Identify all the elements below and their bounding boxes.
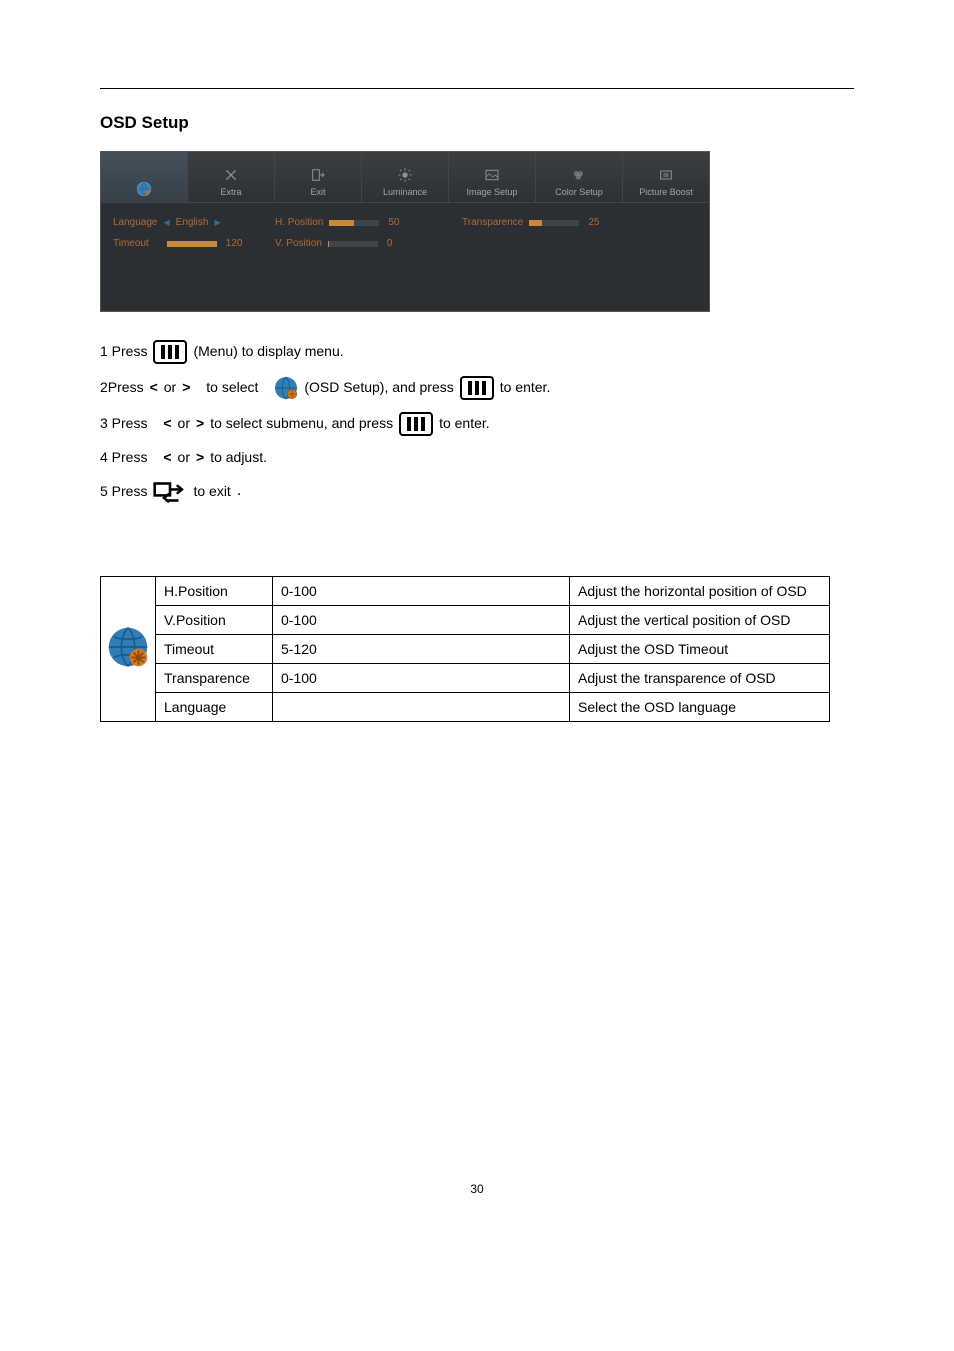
osd-tab-luminance: Luminance (362, 152, 449, 202)
picture-boost-icon (658, 167, 674, 183)
osd-label-transparence: Transparence (462, 217, 523, 228)
step-3: 3 Press < or > to select submenu, and pr… (100, 412, 854, 436)
setting-range (273, 692, 570, 721)
table-row: Transparence 0-100 Adjust the transparen… (101, 663, 830, 692)
auto-exit-icon (153, 480, 187, 504)
step-text: to select (206, 378, 258, 398)
greater-than-icon: > (182, 378, 190, 398)
setting-desc: Select the OSD language (570, 692, 830, 721)
osd-bar-transparence (529, 220, 579, 226)
setting-range: 0-100 (273, 576, 570, 605)
osd-tab-color-setup: Color Setup (536, 152, 623, 202)
step-text: 4 Press (100, 448, 147, 468)
osd-value-vposition: 0 (387, 238, 393, 249)
exit-icon (310, 167, 326, 183)
osd-tab-extra: Extra (188, 152, 275, 202)
osd-bar-hposition (329, 220, 379, 226)
setting-desc: Adjust the transparence of OSD (570, 663, 830, 692)
step-text: to enter. (439, 414, 490, 434)
step-text: to adjust. (210, 448, 267, 468)
tab-label: Exit (310, 187, 325, 197)
menu-icon (153, 340, 187, 364)
osd-label-hposition: H. Position (275, 217, 323, 228)
globe-icon (136, 181, 152, 197)
tab-label: Picture Boost (639, 187, 693, 197)
osd-tab-osd-setup (101, 152, 188, 202)
setting-range: 5-120 (273, 634, 570, 663)
step-text: to enter. (500, 378, 551, 398)
right-arrow-icon: ▶ (214, 218, 220, 227)
osd-value-timeout: 120 (226, 238, 243, 249)
osd-value-hposition: 50 (388, 217, 399, 228)
step-4: 4 Press < or > to adjust. (100, 448, 854, 468)
osd-label-vposition: V. Position (275, 238, 322, 249)
image-icon (484, 167, 500, 183)
left-arrow-icon: ◀ (164, 218, 170, 227)
step-2: 2Press < or > to select (OSD Setup), and… (100, 376, 854, 400)
setting-name: V.Position (156, 605, 273, 634)
osd-tab-exit: Exit (275, 152, 362, 202)
setting-name: Transparence (156, 663, 273, 692)
step-text: or (164, 378, 176, 398)
table-row: H.Position 0-100 Adjust the horizontal p… (101, 576, 830, 605)
osd-tab-image-setup: Image Setup (449, 152, 536, 202)
step-text: (Menu) to display menu. (193, 342, 343, 362)
menu-icon (460, 376, 494, 400)
less-than-icon: < (163, 414, 171, 434)
tab-label: Luminance (383, 187, 427, 197)
tab-label: Image Setup (466, 187, 517, 197)
step-text: 5 Press (100, 482, 147, 502)
setting-range: 0-100 (273, 663, 570, 692)
page-number: 30 (100, 1182, 854, 1196)
sun-icon (397, 167, 413, 183)
tab-label: Color Setup (555, 187, 603, 197)
step-text: or (178, 448, 190, 468)
step-text: 1 Press (100, 342, 147, 362)
step-1: 1 Press (Menu) to display menu. (100, 340, 854, 364)
less-than-icon: < (150, 378, 158, 398)
osd-bar-vposition (328, 241, 378, 247)
setting-name: H.Position (156, 576, 273, 605)
osd-label-timeout: Timeout (113, 238, 149, 249)
greater-than-icon: > (196, 448, 204, 468)
step-text: or (178, 414, 190, 434)
step-5: 5 Press to exit. (100, 480, 854, 504)
osd-tab-picture-boost: Picture Boost (623, 152, 709, 202)
osd-menu-screenshot: Extra Exit Luminance Image Setup (100, 151, 710, 312)
table-row: Timeout 5-120 Adjust the OSD Timeout (101, 634, 830, 663)
setting-desc: Adjust the OSD Timeout (570, 634, 830, 663)
settings-table: H.Position 0-100 Adjust the horizontal p… (100, 576, 830, 722)
setting-desc: Adjust the vertical position of OSD (570, 605, 830, 634)
osd-value-transparence: 25 (588, 217, 599, 228)
step-text: 3 Press (100, 414, 147, 434)
setting-name: Timeout (156, 634, 273, 663)
table-row: V.Position 0-100 Adjust the vertical pos… (101, 605, 830, 634)
globe-icon (107, 655, 149, 671)
step-text: to select submenu, and press (210, 414, 393, 434)
tab-label: Extra (220, 187, 241, 197)
globe-icon (274, 376, 298, 400)
table-row: Language Select the OSD language (101, 692, 830, 721)
step-text: 2Press (100, 378, 144, 398)
tools-icon (223, 167, 239, 183)
section-title: OSD Setup (100, 113, 854, 133)
menu-icon (399, 412, 433, 436)
setting-desc: Adjust the horizontal position of OSD (570, 576, 830, 605)
osd-bar-timeout (167, 241, 217, 247)
step-text: (OSD Setup), and press (304, 378, 453, 398)
setting-range: 0-100 (273, 605, 570, 634)
table-icon-cell (101, 576, 156, 721)
osd-label-language: Language (113, 217, 158, 228)
osd-value-language: English (176, 217, 209, 228)
setting-name: Language (156, 692, 273, 721)
palette-icon (571, 167, 587, 183)
step-text: to exit (193, 482, 230, 502)
less-than-icon: < (163, 448, 171, 468)
greater-than-icon: > (196, 414, 204, 434)
step-text: . (237, 480, 241, 502)
